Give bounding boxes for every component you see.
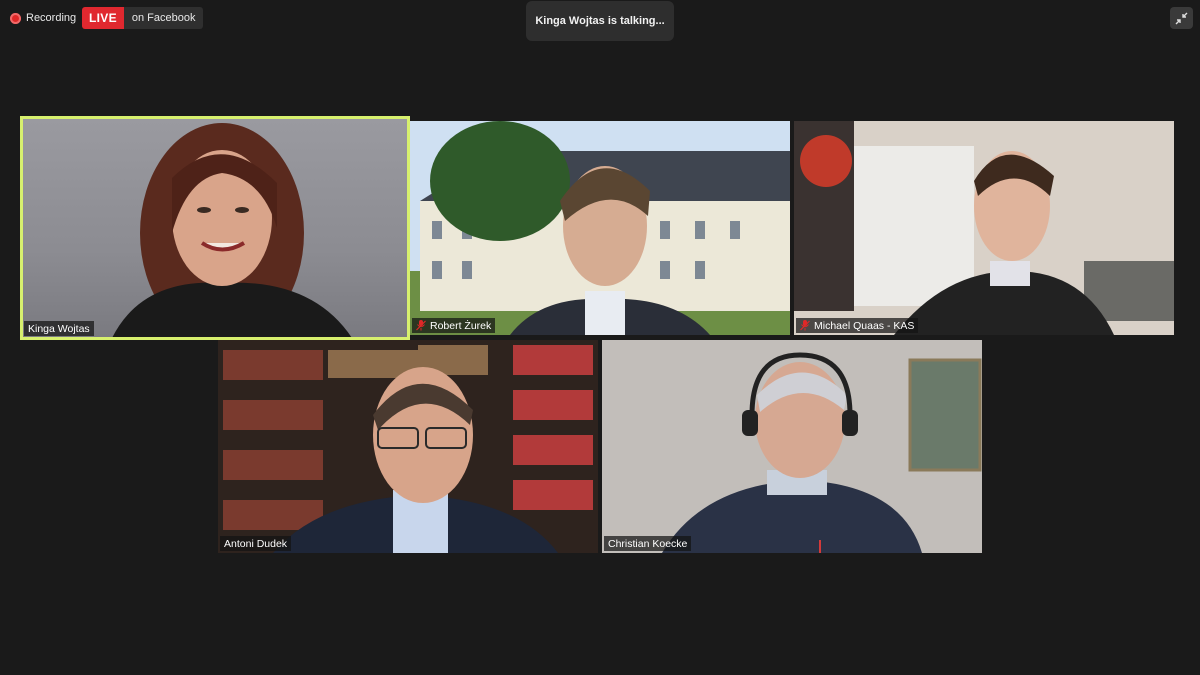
participant-video-kinga	[112, 123, 352, 338]
exit-fullscreen-button[interactable]	[1170, 7, 1193, 29]
participant-name-tag: Kinga Wojtas	[24, 321, 94, 336]
video-tile-kinga-wojtas[interactable]: Kinga Wojtas	[20, 116, 410, 340]
participant-name-tag: Robert Żurek	[412, 318, 496, 333]
participant-name-tag: Christian Koecke	[604, 536, 692, 551]
recording-indicator[interactable]: Recording	[10, 9, 76, 27]
participant-name: Robert Żurek	[430, 319, 492, 332]
recording-label: Recording	[26, 12, 77, 24]
participant-video-christian	[602, 340, 982, 553]
participant-name: Michael Quaas - KAS	[814, 319, 915, 332]
participant-video-robert	[410, 121, 790, 335]
live-target-label: on Facebook	[123, 7, 204, 29]
participant-name: Christian Koecke	[608, 537, 688, 550]
muted-mic-icon	[800, 320, 810, 331]
live-stream-indicator[interactable]: LIVE on Facebook	[82, 7, 204, 29]
talking-indicator-text: Kinga Wojtas is talking...	[535, 15, 665, 27]
talking-indicator: Kinga Wojtas is talking...	[526, 1, 674, 41]
video-tile-antoni-dudek[interactable]: Antoni Dudek	[218, 340, 598, 553]
live-badge: LIVE	[82, 7, 124, 29]
participant-name: Antoni Dudek	[224, 537, 288, 550]
participant-name-tag: Antoni Dudek	[220, 536, 292, 551]
video-tile-michael-quaas[interactable]: Michael Quaas - KAS	[794, 121, 1174, 335]
participant-video-antoni	[218, 340, 598, 553]
participant-name-tag: Michael Quaas - KAS	[796, 318, 919, 333]
video-tile-robert-zurek[interactable]: Robert Żurek	[410, 121, 790, 335]
video-tile-christian-koecke[interactable]: Christian Koecke	[602, 340, 982, 553]
participant-video-michael	[794, 121, 1174, 335]
participant-name: Kinga Wojtas	[28, 322, 90, 335]
muted-mic-icon	[416, 320, 426, 331]
exit-fullscreen-icon	[1175, 12, 1188, 24]
recording-icon	[10, 12, 21, 24]
